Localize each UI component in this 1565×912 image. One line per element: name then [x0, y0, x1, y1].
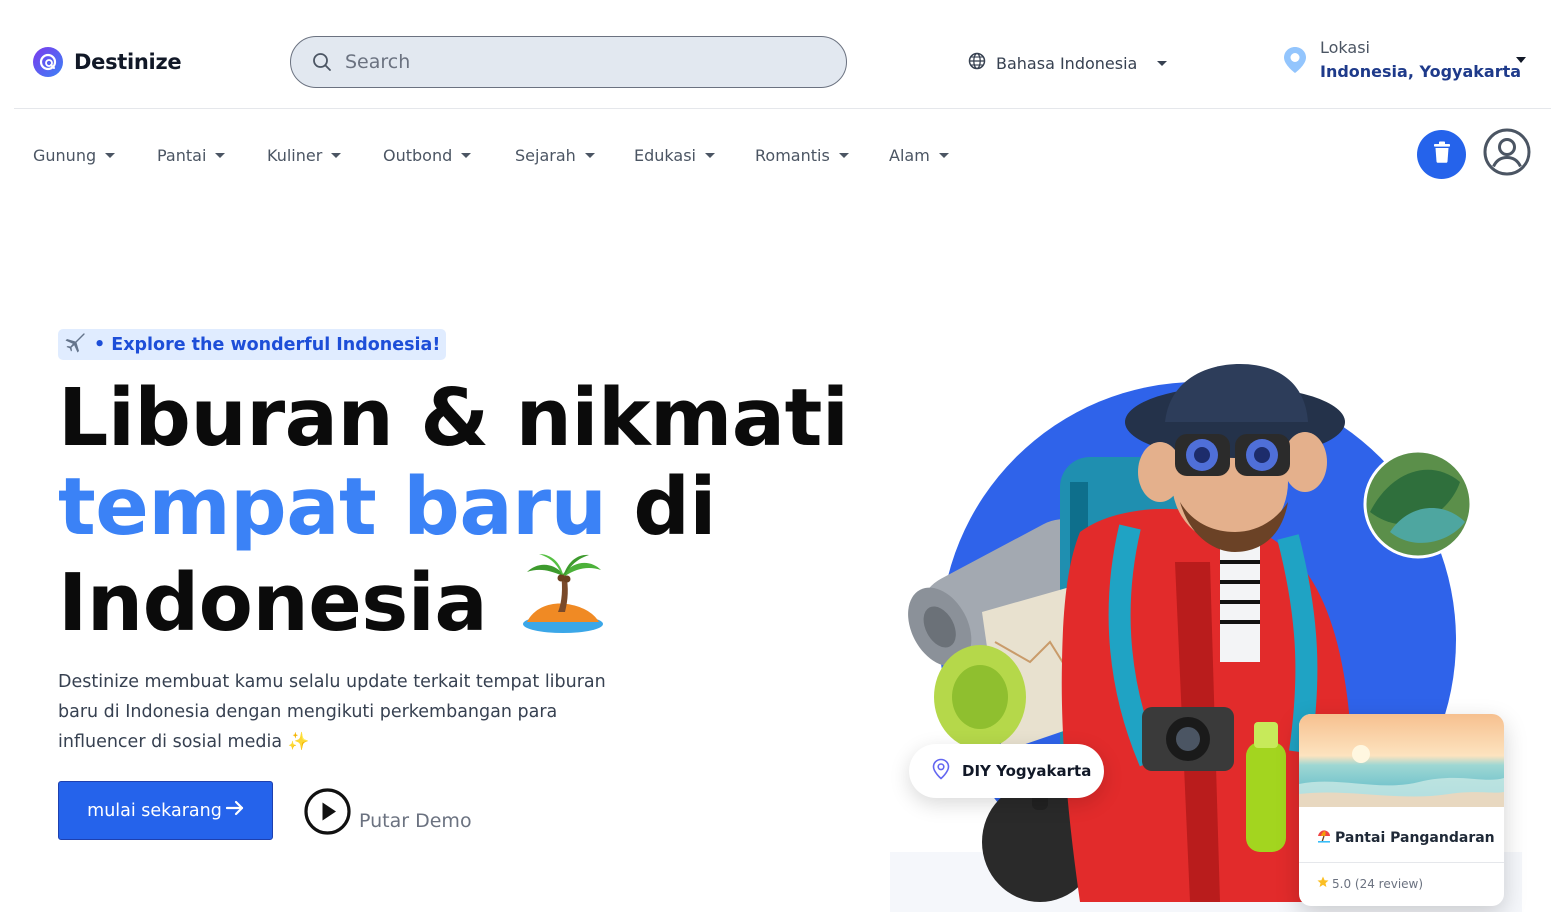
chevron-down-icon	[704, 152, 715, 158]
trash-icon	[1433, 141, 1451, 168]
category-label: Alam	[889, 145, 930, 165]
location-label: Lokasi	[1320, 38, 1370, 57]
location-value: Indonesia, Yogyakarta	[1320, 62, 1522, 81]
category-romantis[interactable]: Romantis	[755, 141, 889, 169]
category-kuliner[interactable]: Kuliner	[267, 141, 383, 169]
category-label: Edukasi	[634, 145, 696, 165]
category-alam[interactable]: Alam	[889, 141, 959, 169]
card-rating: 5.0 (24 review)	[1317, 876, 1423, 891]
location-pill-label: DIY Yogyakarta	[962, 762, 1092, 780]
location-pill[interactable]: DIY Yogyakarta	[909, 744, 1104, 798]
language-selector[interactable]: Bahasa Indonesia	[968, 52, 1168, 74]
headline-part-2: di	[633, 461, 717, 553]
beach-umbrella-icon	[1317, 829, 1331, 847]
star-icon	[1317, 876, 1329, 891]
chevron-down-icon	[838, 152, 849, 158]
category-nav: Gunung Pantai Kuliner Outbond Sejarah Ed…	[33, 141, 959, 169]
brand-logo-icon	[33, 47, 63, 77]
category-edukasi[interactable]: Edukasi	[634, 141, 755, 169]
play-demo-button[interactable]: Putar Demo	[304, 788, 472, 840]
hero-headline: Liburan & nikmati tempat baru di Indones…	[58, 374, 898, 654]
hero-description: Destinize membuat kamu selalu update ter…	[58, 672, 606, 752]
cta-label: mulai sekarang	[87, 800, 222, 821]
headline-highlight: tempat baru	[58, 461, 607, 553]
card-title-text: Pantai Pangandaran	[1335, 830, 1495, 846]
category-gunung[interactable]: Gunung	[33, 141, 157, 169]
language-label: Bahasa Indonesia	[996, 53, 1138, 73]
chevron-down-icon	[461, 152, 472, 158]
category-pantai[interactable]: Pantai	[157, 141, 267, 169]
top-header: Destinize Bahasa Indonesia	[14, 0, 1551, 109]
category-label: Gunung	[33, 145, 97, 165]
palm-island-icon	[517, 552, 609, 654]
map-pin-icon	[930, 758, 952, 784]
search-bar[interactable]	[290, 36, 847, 88]
category-label: Kuliner	[267, 145, 323, 165]
demo-label: Putar Demo	[359, 810, 472, 832]
card-rating-text: 5.0 (24 review)	[1332, 876, 1424, 891]
headline-part-1: Liburan & nikmati	[58, 372, 849, 464]
category-label: Pantai	[157, 145, 207, 165]
brand-name: Destinize	[74, 50, 182, 74]
user-profile-button[interactable]	[1482, 128, 1531, 181]
map-pin-icon	[1280, 45, 1310, 75]
search-input[interactable]	[345, 51, 825, 73]
category-label: Romantis	[755, 145, 830, 165]
destination-card[interactable]: Pantai Pangandaran 5.0 (24 review)	[1299, 714, 1504, 906]
tagline-text: • Explore the wonderful Indonesia!	[94, 334, 441, 355]
chevron-down-icon	[215, 152, 226, 158]
chevron-down-icon	[331, 152, 342, 158]
category-label: Outbond	[383, 145, 453, 165]
trash-button[interactable]	[1417, 130, 1466, 179]
chevron-down-icon	[1516, 57, 1526, 63]
hero-illustration: DIY Yogyakarta Pantai Pangandaran 5.0 (2…	[890, 362, 1522, 912]
chevron-down-icon	[105, 152, 116, 158]
brand[interactable]: Destinize	[33, 47, 182, 77]
category-sejarah[interactable]: Sejarah	[515, 141, 634, 169]
arrow-right-icon	[225, 800, 244, 821]
chevron-down-icon	[1157, 60, 1168, 66]
search-icon	[311, 51, 333, 73]
airplane-icon	[64, 331, 86, 358]
beach-photo	[1299, 714, 1504, 807]
card-divider	[1299, 862, 1504, 863]
chevron-down-icon	[938, 152, 949, 158]
headline-part-3: Indonesia	[58, 557, 488, 649]
category-outbond[interactable]: Outbond	[383, 141, 515, 169]
location-selector[interactable]: Lokasi Indonesia, Yogyakarta	[1280, 38, 1526, 81]
start-now-button[interactable]: mulai sekarang	[58, 781, 273, 840]
play-icon	[304, 788, 351, 840]
card-title: Pantai Pangandaran	[1317, 829, 1495, 847]
user-circle-icon	[1483, 128, 1531, 181]
globe-icon	[968, 52, 986, 74]
hero-tagline: • Explore the wonderful Indonesia!	[58, 329, 447, 360]
chevron-down-icon	[584, 152, 595, 158]
category-label: Sejarah	[515, 145, 576, 165]
